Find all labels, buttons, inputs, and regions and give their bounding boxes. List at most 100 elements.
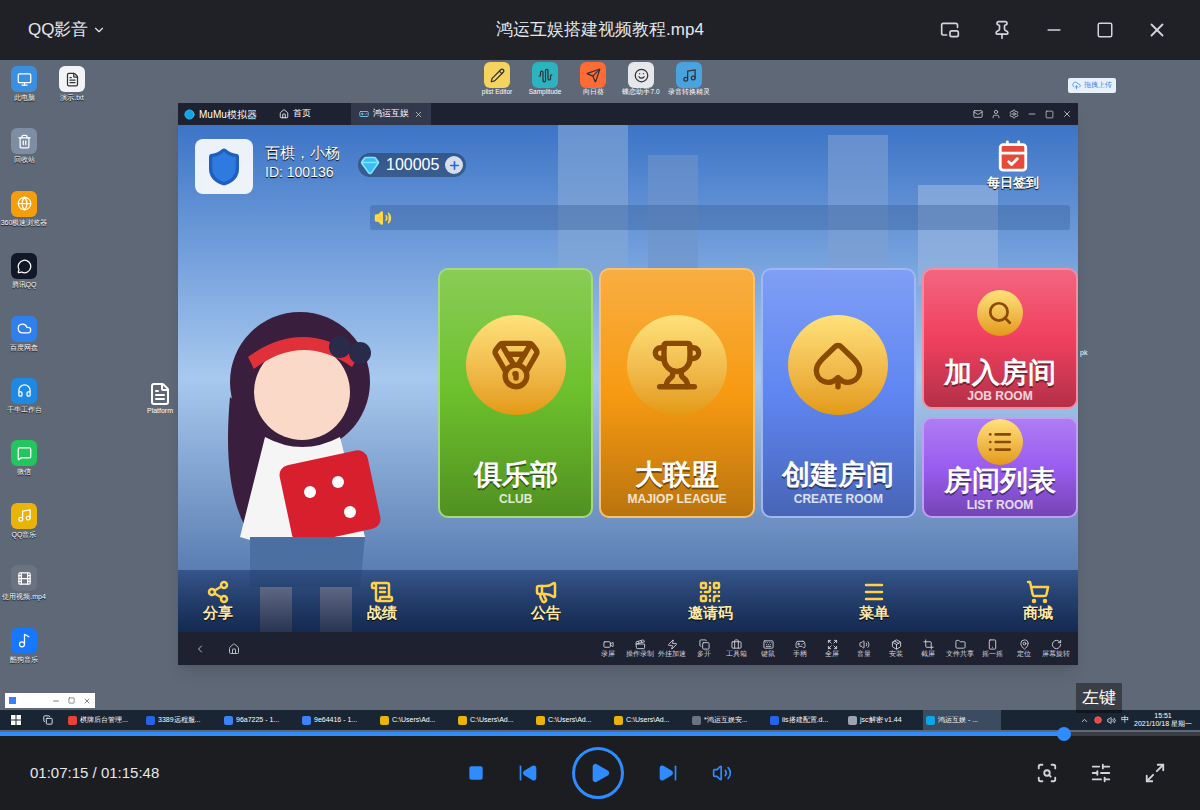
back-icon[interactable] (194, 643, 206, 655)
mini-mode-icon[interactable] (940, 20, 960, 40)
fullscreen-icon[interactable] (1144, 762, 1166, 784)
toolbar-button[interactable]: 操作录制 (624, 639, 656, 658)
taskbar-item[interactable]: C:\Users\Ad... (611, 710, 689, 730)
desktop-icon[interactable]: 酷狗音乐 (0, 628, 48, 664)
volume-icon[interactable] (712, 763, 732, 783)
toolbar-button[interactable]: 安装 (880, 639, 912, 658)
desktop-icon[interactable]: 蝶恋助手7.0 (617, 62, 665, 96)
taskbar-item[interactable]: 96a7225 - 1... (221, 710, 299, 730)
menu-item[interactable]: 战绩 (350, 580, 414, 622)
game-card[interactable]: 房间列表LIST ROOM (922, 417, 1078, 518)
desktop-icon[interactable]: QQ音乐 (0, 503, 48, 539)
desktop-icon[interactable]: 360极速浏览器 (0, 191, 48, 227)
toolbar-button[interactable]: 全屏 (816, 639, 848, 658)
next-icon[interactable] (658, 763, 678, 783)
close-icon[interactable] (1146, 19, 1168, 41)
settings-sliders-icon[interactable] (1090, 762, 1112, 784)
mini-window[interactable] (5, 693, 95, 708)
upload-button[interactable]: 拖拽上传 (1068, 78, 1116, 93)
daily-sign[interactable]: 每日签到 (987, 139, 1039, 193)
game-card[interactable]: 创建房间CREATE ROOM (761, 268, 916, 518)
desktop-icon[interactable]: 千牛工作台 (0, 378, 48, 414)
toolbar-button[interactable]: 文件共享 (944, 639, 976, 658)
volume-icon[interactable] (1107, 716, 1116, 725)
taskbar-item[interactable]: 3389远程服... (143, 710, 221, 730)
desktop-icon-image (59, 66, 85, 92)
taskbar-item[interactable]: C:\Users\Ad... (377, 710, 455, 730)
taskbar-item-label: C:\Users\Ad... (626, 715, 670, 726)
progress-knob[interactable] (1057, 727, 1071, 741)
play-button[interactable] (572, 747, 624, 799)
taskbar-item[interactable]: 棋牌后台管理... (65, 710, 143, 730)
desktop-icon[interactable]: 向日葵 (569, 62, 617, 96)
taskbar-item[interactable]: *鸿运互娱安... (689, 710, 767, 730)
taskbar-item[interactable]: 9e64416 - 1... (299, 710, 377, 730)
menu-item[interactable]: 邀请码 (678, 580, 742, 622)
emulator-tab[interactable]: 首页 (271, 103, 351, 125)
game-card[interactable]: 大联盟MAJIOP LEAGUE (599, 268, 754, 518)
progress-bar[interactable] (0, 732, 1200, 736)
emulator-tab[interactable]: 鸿运互娱 (351, 103, 431, 125)
toolbar-button[interactable]: 外挂加速 (656, 639, 688, 658)
taskbar-item[interactable]: C:\Users\Ad... (533, 710, 611, 730)
taskbar-item[interactable]: C:\Users\Ad... (455, 710, 533, 730)
desktop-icon[interactable]: 回收站 (0, 128, 48, 164)
stop-icon[interactable] (468, 765, 484, 781)
mail-icon[interactable] (973, 109, 983, 119)
tray-app-icon[interactable] (1094, 716, 1102, 724)
previous-icon[interactable] (518, 763, 538, 783)
desktop-icon[interactable]: 此电脑 (0, 66, 48, 102)
mini-maximize-icon[interactable] (68, 697, 75, 704)
toolbar-button[interactable]: 工具箱 (720, 639, 752, 658)
desktop-icon[interactable]: 百度网盘 (0, 316, 48, 352)
settings-icon[interactable] (1009, 109, 1019, 119)
user-icon[interactable] (991, 109, 1001, 119)
desktop-icon[interactable]: 使用视频.mp4 (0, 565, 48, 601)
desktop-icon[interactable]: 微信 (0, 440, 48, 476)
desktop-icon[interactable]: Platform (143, 382, 177, 417)
game-screen: 百棋，小杨ID: 100136100005每日签到俱乐部CLUB大联盟MAJIO… (178, 125, 1078, 632)
mini-minimize-icon[interactable] (52, 697, 60, 705)
desktop-icon[interactable]: Samplitude (521, 62, 569, 96)
desktop-icon[interactable]: plist Editor (473, 62, 521, 96)
pin-icon[interactable] (992, 20, 1012, 40)
ime-indicator[interactable]: 中 (1121, 714, 1129, 726)
screenshot-search-icon[interactable] (1036, 762, 1058, 784)
menu-item[interactable]: 分享 (186, 580, 250, 622)
close-tab-icon[interactable] (414, 110, 423, 119)
desktop-icon[interactable]: 腾讯QQ (0, 253, 48, 289)
desktop-icon[interactable]: 演示.txt (48, 66, 96, 102)
toolbar-button[interactable]: 键鼠 (752, 639, 784, 658)
menu-item[interactable]: 商城 (1006, 580, 1070, 622)
tray-expand-icon[interactable] (1080, 716, 1089, 725)
toolbar-button[interactable]: 音量 (848, 639, 880, 658)
avatar[interactable] (195, 139, 253, 194)
player-id: ID: 100136 (265, 163, 340, 181)
toolbar-button[interactable]: 多开 (688, 639, 720, 658)
windows-start-icon[interactable] (11, 715, 21, 725)
toolbar-button[interactable]: 屏幕旋转 (1040, 639, 1072, 658)
home-icon[interactable] (228, 643, 240, 655)
game-card[interactable]: 俱乐部CLUB (438, 268, 593, 518)
taskbar-item[interactable]: 鸿运互娱 - ... (923, 710, 1001, 730)
maximize-icon[interactable] (1045, 110, 1054, 119)
task-view-icon[interactable] (43, 715, 53, 725)
game-card[interactable]: 加入房间JOB ROOM (922, 268, 1078, 409)
mini-close-icon[interactable] (83, 697, 91, 705)
add-diamond-button[interactable] (445, 156, 463, 174)
close-icon[interactable] (1062, 109, 1072, 119)
maximize-icon[interactable] (1096, 21, 1114, 39)
taskbar-item[interactable]: iis搭建配置.d... (767, 710, 845, 730)
toolbar-button[interactable]: 截屏 (912, 639, 944, 658)
menu-item[interactable]: 公告 (514, 580, 578, 622)
app-menu[interactable]: QQ影音 (28, 17, 496, 43)
toolbar-button[interactable]: 录屏 (592, 639, 624, 658)
toolbar-button[interactable]: 手柄 (784, 639, 816, 658)
toolbar-button[interactable]: 定位 (1008, 639, 1040, 658)
toolbar-button[interactable]: 摇一摇 (976, 639, 1008, 658)
minimize-icon[interactable] (1044, 20, 1064, 40)
desktop-icon[interactable]: 录音转换精灵 (665, 62, 713, 96)
taskbar-item[interactable]: jsc解密 v1.44 (845, 710, 923, 730)
menu-item[interactable]: 菜单 (842, 580, 906, 622)
minimize-icon[interactable] (1027, 109, 1037, 119)
